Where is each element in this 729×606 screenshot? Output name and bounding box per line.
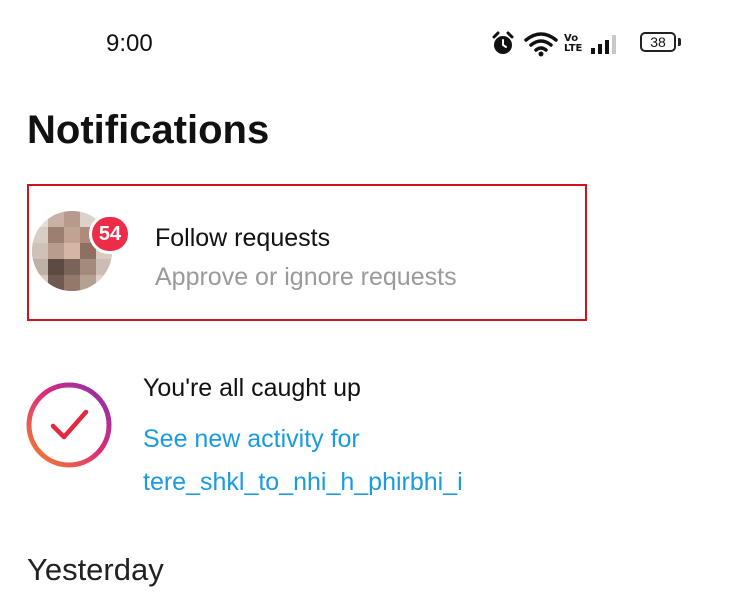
wifi-icon	[524, 32, 558, 57]
follow-requests-item[interactable]: 54 Follow requests Approve or ignore req…	[27, 184, 587, 321]
status-time: 9:00	[106, 30, 153, 57]
status-bar: 9:00 Vo LTE 38	[0, 0, 729, 80]
account-name-text: tere_shkl_to_nhi_h_phirbhi_i	[143, 468, 463, 496]
caught-up-title: You're all caught up	[143, 374, 361, 402]
battery-icon: 38	[640, 32, 676, 52]
battery-level: 38	[650, 34, 666, 50]
follow-requests-title: Follow requests	[155, 224, 331, 252]
section-heading-yesterday: Yesterday	[27, 552, 164, 587]
caught-up-check-icon	[26, 382, 112, 468]
battery-tip	[678, 38, 681, 46]
status-icons: Vo LTE	[490, 30, 620, 58]
page-title: Notifications	[27, 108, 270, 152]
caught-up-section: You're all caught up See new activity fo…	[0, 360, 729, 510]
follow-requests-subtitle: Approve or ignore requests	[155, 263, 457, 291]
volte-icon: Vo LTE	[564, 34, 582, 54]
signal-icon	[591, 35, 617, 54]
alarm-icon	[492, 31, 514, 54]
volte-bottom-text: LTE	[564, 43, 583, 54]
see-new-activity-link[interactable]: See new activity for tere_shkl_to_nhi_h_…	[143, 418, 463, 504]
follow-requests-count-badge: 54	[89, 214, 131, 254]
see-new-activity-text: See new activity for	[143, 425, 360, 453]
